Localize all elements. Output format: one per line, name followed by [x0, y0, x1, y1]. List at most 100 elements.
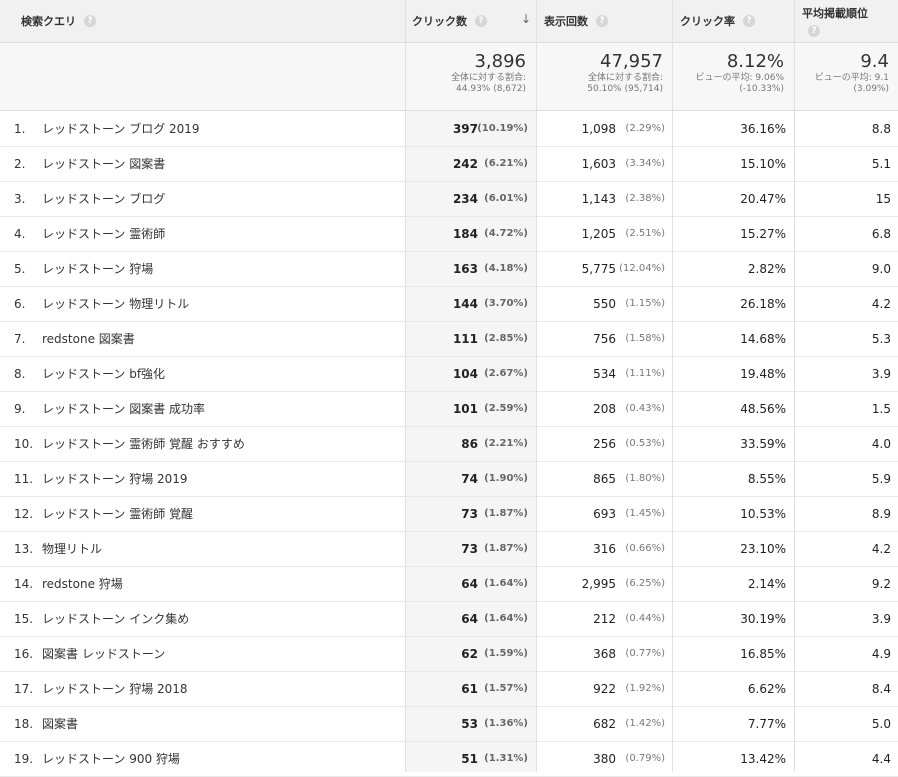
impressions-value: 256: [593, 436, 616, 451]
header-impressions[interactable]: 表示回数 ?: [544, 0, 608, 42]
column-divider: [672, 0, 673, 772]
help-icon[interactable]: ?: [808, 25, 820, 37]
total-ctr: 8.12% ビューの平均: 9.06% (-10.33%): [673, 51, 784, 95]
query-link[interactable]: レッドストーン 霊術師 覚醒: [42, 496, 402, 531]
impressions-value: 2,995: [581, 576, 616, 591]
ctr-value: 8.55%: [747, 471, 786, 486]
ctr-value: 2.82%: [747, 261, 786, 276]
position-value: 9.0: [871, 261, 891, 276]
impressions-value: 1,603: [581, 156, 616, 171]
query-link[interactable]: レッドストーン 物理リトル: [42, 286, 402, 321]
table-row: 18. 図案書 53 (1.36%) 682 (1.42%) 7.77% 5.0: [0, 706, 898, 742]
query-link[interactable]: 図案書: [42, 706, 402, 741]
row-index: 17.: [14, 681, 34, 696]
query-link[interactable]: レッドストーン 霊術師: [42, 216, 402, 251]
query-link[interactable]: レッドストーン 図案書: [42, 146, 402, 181]
total-position-value: 9.4: [860, 51, 889, 72]
ctr-value: 30.19%: [740, 611, 786, 626]
help-icon[interactable]: ?: [596, 15, 608, 27]
clicks-value: 163: [452, 261, 478, 276]
ctr-value: 33.59%: [740, 436, 786, 451]
header-clicks-label: クリック数: [412, 15, 467, 28]
clicks-percent: (6.01%): [484, 193, 528, 204]
help-icon[interactable]: ?: [475, 15, 487, 27]
impressions-percent: (2.51%): [625, 228, 665, 239]
clicks-value: 397: [452, 121, 478, 136]
clicks-value: 111: [452, 331, 478, 346]
clicks-percent: (2.85%): [484, 333, 528, 344]
position-value: 4.4: [871, 751, 891, 766]
row-index: 14.: [14, 576, 34, 591]
impressions-percent: (0.77%): [625, 648, 665, 659]
table-row: 14. redstone 狩場 64 (1.64%) 2,995 (6.25%) 2.14%…: [0, 566, 898, 602]
header-position-label: 平均掲載順位: [802, 7, 868, 20]
clicks-value: 51: [461, 751, 478, 766]
sort-descending-icon[interactable]: ↓: [521, 12, 531, 26]
query-link[interactable]: レッドストーン ブログ 2019: [42, 111, 402, 146]
total-impressions: 47,957 全体に対する割合: 50.10% (95,714): [538, 51, 663, 95]
header-ctr[interactable]: クリック率 ?: [680, 0, 755, 42]
clicks-value: 234: [452, 191, 478, 206]
clicks-value: 64: [461, 611, 478, 626]
impressions-percent: (1.15%): [625, 298, 665, 309]
clicks-value: 184: [452, 226, 478, 241]
impressions-value: 368: [593, 646, 616, 661]
position-value: 8.8: [871, 121, 891, 136]
impressions-percent: (1.42%): [625, 718, 665, 729]
clicks-percent: (2.59%): [484, 403, 528, 414]
clicks-percent: (4.72%): [484, 228, 528, 239]
query-link[interactable]: レッドストーン 狩場 2019: [42, 461, 402, 496]
query-link[interactable]: 物理リトル: [42, 531, 402, 566]
table-row: 15. レッドストーン インク集め 64 (1.64%) 212 (0.44%) 30.19…: [0, 601, 898, 637]
help-icon[interactable]: ?: [743, 15, 755, 27]
row-index: 6.: [14, 296, 26, 311]
query-link[interactable]: レッドストーン 狩場: [42, 251, 402, 286]
query-link[interactable]: 図案書 レッドストーン: [42, 636, 402, 671]
row-index: 1.: [14, 121, 26, 136]
impressions-percent: (2.29%): [625, 123, 665, 134]
position-value: 6.8: [871, 226, 891, 241]
row-index: 7.: [14, 331, 26, 346]
table-row: 3. レッドストーン ブログ 234 (6.01%) 1,143 (2.38%) 20.47…: [0, 181, 898, 217]
header-query[interactable]: 検索クエリ ?: [21, 0, 96, 42]
impressions-value: 1,205: [581, 226, 616, 241]
clicks-percent: (4.18%): [484, 263, 528, 274]
clicks-value: 86: [461, 436, 478, 451]
query-link[interactable]: redstone 狩場: [42, 566, 402, 601]
position-value: 5.1: [871, 156, 891, 171]
query-link[interactable]: レッドストーン 狩場 2018: [42, 671, 402, 706]
clicks-percent: (1.87%): [484, 543, 528, 554]
position-value: 1.5: [871, 401, 891, 416]
impressions-value: 5,775: [581, 261, 616, 276]
query-link[interactable]: レッドストーン bf強化: [42, 356, 402, 391]
clicks-percent: (3.70%): [484, 298, 528, 309]
ctr-value: 14.68%: [740, 331, 786, 346]
clicks-percent: (1.90%): [484, 473, 528, 484]
row-index: 5.: [14, 261, 26, 276]
query-link[interactable]: レッドストーン 900 狩場: [42, 741, 402, 776]
impressions-percent: (0.53%): [625, 438, 665, 449]
clicks-percent: (2.21%): [484, 438, 528, 449]
total-ctr-line1: ビューの平均: 9.06%: [695, 73, 784, 83]
table-row: 16. 図案書 レッドストーン 62 (1.59%) 368 (0.77%) 16.85% 4…: [0, 636, 898, 672]
impressions-value: 865: [593, 471, 616, 486]
row-index: 18.: [14, 716, 34, 731]
search-query-table: 検索クエリ ? クリック数 ? ↓ 表示回数 ? クリック率 ? 平均掲載順位 …: [0, 0, 898, 777]
clicks-percent: (6.21%): [484, 158, 528, 169]
clicks-value: 64: [461, 576, 478, 591]
header-clicks[interactable]: クリック数 ?: [412, 0, 487, 42]
table-row: 17. レッドストーン 狩場 2018 61 (1.57%) 922 (1.92%) 6.6…: [0, 671, 898, 707]
position-value: 5.0: [871, 716, 891, 731]
help-icon[interactable]: ?: [84, 15, 96, 27]
query-link[interactable]: レッドストーン インク集め: [42, 601, 402, 636]
header-position[interactable]: 平均掲載順位 ?: [802, 0, 868, 42]
query-link[interactable]: redstone 図案書: [42, 321, 402, 356]
impressions-percent: (12.04%): [619, 263, 665, 274]
query-link[interactable]: レッドストーン 霊術師 覚醒 おすすめ: [42, 426, 402, 461]
query-link[interactable]: レッドストーン 図案書 成功率: [42, 391, 402, 426]
table-row: 12. レッドストーン 霊術師 覚醒 73 (1.87%) 693 (1.45%) 10.5…: [0, 496, 898, 532]
query-link[interactable]: レッドストーン ブログ: [42, 181, 402, 216]
total-ctr-value: 8.12%: [726, 51, 784, 72]
ctr-value: 6.62%: [747, 681, 786, 696]
impressions-percent: (2.38%): [625, 193, 665, 204]
